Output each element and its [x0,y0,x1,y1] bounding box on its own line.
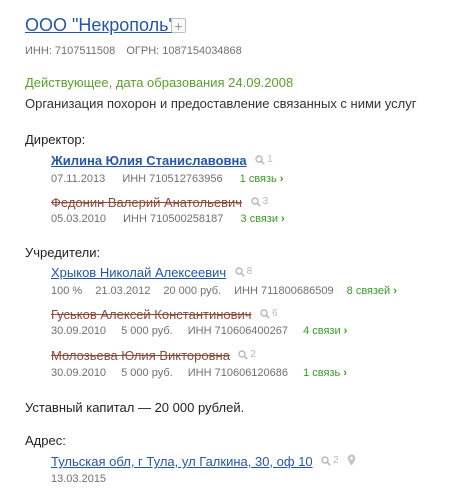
former-founder-meta: 30.09.2010 5 000 руб. ИНН 710606120686 1… [51,366,347,380]
connections-label: 8 связей [346,285,391,297]
founder-share: 100 % [51,285,83,297]
connections-link[interactable]: 3 связи › [240,212,284,226]
founder-inn: ИНН 710606120686 [187,367,289,379]
connections-link[interactable]: 8 связей › [347,284,397,298]
former-founder-name[interactable]: Молозьева Юлия Викторовна [51,348,230,363]
director-meta: 07.11.2013 ИНН 710512763956 1 связь › [51,172,283,186]
search-count: 2 [250,349,256,360]
connections-link[interactable]: 1 связь › [303,366,347,380]
director-date: 07.11.2013 [51,173,106,185]
chevron-right-icon: › [393,285,397,297]
connections-link[interactable]: 4 связи › [303,324,347,338]
founder-inn: ИНН 711800686509 [234,285,334,297]
former-director-meta: 05.03.2010 ИНН 710500258187 3 связи › [51,212,285,226]
director-date: 05.03.2010 [51,213,107,225]
chevron-right-icon: › [343,325,348,337]
search-icon[interactable]: 3 [250,196,269,208]
founder-amount: 5 000 руб. [121,367,173,379]
address-date: 13.03.2015 [51,473,107,485]
search-icon[interactable]: 1 [255,154,273,166]
address-row: Тульская обл, г Тула, ул Галкина, 30, оф… [51,453,356,471]
search-icon[interactable]: 2 [238,349,256,361]
chevron-right-icon: › [343,367,347,379]
search-count: 3 [262,196,269,207]
founder-amount: 20 000 руб. [163,285,222,297]
founder-inn: ИНН 710606400267 [187,325,289,337]
address-link[interactable]: Тульская обл, г Тула, ул Галкина, 30, оф… [51,454,313,469]
chevron-right-icon: › [279,173,284,185]
director-inn: ИНН 710500258187 [123,213,224,225]
connections-link[interactable]: 1 связь › [240,172,284,186]
founder-name-link[interactable]: Хрыков Николай Алексеевич [51,265,226,280]
company-card: ООО "Некрополь" + ИНН: 7107511508 ОГРН: … [0,0,454,494]
founder-date: 21.03.2012 [95,285,151,297]
search-icon[interactable]: 8 [234,266,253,278]
company-title-link[interactable]: ООО "Некрополь" [25,14,175,36]
address-heading: Адрес: [25,433,66,448]
search-count: 6 [272,308,278,319]
search-count: 1 [267,154,273,165]
company-ids: ИНН: 7107511508 ОГРН: 1087154034868 [25,44,242,58]
search-count: 2 [333,455,339,467]
search-icon[interactable]: 6 [260,308,278,320]
founders-heading: Учредители: [25,245,101,260]
add-icon[interactable]: + [171,18,186,33]
founder-date: 30.09.2010 [51,325,107,337]
connections-label: 3 связи [240,213,278,225]
connections-label: 4 связи [303,325,341,337]
former-director-row: Федонин Валерий Анатольевич 3 [51,194,268,212]
authorized-capital: Уставный капитал — 20 000 рублей. [25,400,245,415]
founder-row: Хрыков Николай Алексеевич 8 [51,264,252,282]
former-founder-name[interactable]: Гуськов Алексей Константинович [51,307,252,322]
connections-label: 1 связь [303,367,341,379]
company-inn: ИНН: 7107511508 [25,45,116,57]
director-row: Жилина Юлия Станиславовна 1 [51,152,273,170]
director-name-link[interactable]: Жилина Юлия Станиславовна [51,153,247,168]
former-founder-meta: 30.09.2010 5 000 руб. ИНН 710606400267 4… [51,324,347,338]
search-count: 8 [246,266,253,277]
company-activity: Организация похорон и предоставление свя… [25,96,417,111]
search-icon[interactable]: 2 [321,455,339,467]
director-inn: ИНН 710512763956 [122,173,223,185]
former-founder-row: Молозьева Юлия Викторовна 2 [51,347,256,365]
founder-amount: 5 000 руб. [121,325,173,337]
founder-meta: 100 % 21.03.2012 20 000 руб. ИНН 7118006… [51,284,397,298]
directors-heading: Директор: [25,132,86,147]
connections-label: 1 связь [239,173,277,185]
chevron-right-icon: › [281,213,285,225]
former-founder-row: Гуськов Алексей Константинович 6 [51,306,278,324]
founder-date: 30.09.2010 [51,367,107,379]
former-director-name[interactable]: Федонин Валерий Анатольевич [51,195,242,210]
map-pin-icon[interactable] [347,453,356,471]
company-status: Действующее, дата образования 24.09.2008 [25,75,294,90]
company-ogrn: ОГРН: 1087154034868 [126,45,242,57]
